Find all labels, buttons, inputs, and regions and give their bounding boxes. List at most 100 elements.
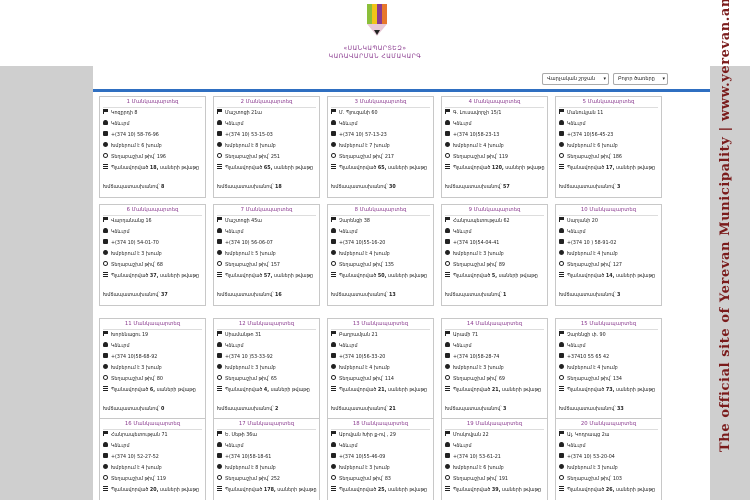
capacity-suffix: սաների թվաթը	[159, 166, 200, 171]
beds-label: Տեղաբաշխմ թիվ՝	[567, 263, 612, 268]
circle-icon	[559, 153, 564, 158]
kindergarten-card[interactable]: 20 Մանկապարտեզ Ալ. Կոդրապց 2ա Կձևւրմ +(374 …	[555, 418, 662, 500]
kindergarten-card[interactable]: 14 Մանկապարտեզ Արամի 71 Կձևւրմ +(374 10)58-…	[441, 318, 548, 420]
card-title[interactable]: 16 Մանկապարտեզ	[100, 421, 205, 427]
flag-icon	[331, 217, 336, 222]
beds-value: 134	[612, 377, 622, 382]
kindergarten-card[interactable]: 2 Մանկապարտեզ Մաշտոցի 21ա Կձևւրմ +(374 10) …	[213, 96, 320, 198]
address-row: Աբովյան Խիր ք-ով , 29	[331, 431, 433, 441]
kindergarten-card[interactable]: 4 Մանկապարտեզ Գ. Լուսավորչի 15/1 Կձևւրմ +(3…	[441, 96, 548, 198]
capacity-label: Պլանավորված	[225, 274, 263, 279]
groups-label: Խմբերում է	[453, 252, 482, 257]
groups-row: Խմբերում է 3 խումբ	[445, 364, 547, 374]
address-row: Ե. Սեթի 36ա	[217, 431, 319, 441]
card-title[interactable]: 17 Մանկապարտեզ	[214, 421, 319, 427]
info-icon	[559, 142, 564, 147]
beds-row: Տեղաբաշխմ թիվ՝ 134	[559, 375, 661, 385]
director-row: Կձևւրմ	[559, 342, 661, 352]
phone-icon	[331, 353, 336, 358]
circle-icon	[103, 153, 108, 158]
groups-label: Խմբերում է	[567, 466, 596, 471]
card-title[interactable]: 3 Մանկապարտեզ	[328, 99, 433, 105]
flag-icon	[103, 217, 108, 222]
user-icon	[445, 342, 450, 347]
kindergarten-card[interactable]: 18 Մանկապարտեզ Աբովյան Խիր ք-ով , 29 Կձևւր…	[327, 418, 434, 500]
staff-value: 2	[275, 407, 279, 412]
card-title[interactable]: 12 Մանկապարտեզ	[214, 321, 319, 327]
groups-suffix: խումբ	[601, 466, 618, 471]
kindergarten-card[interactable]: 3 Մանկապարտեզ Մ. Պյուզանի 60 Կձևւրմ +(374 1…	[327, 96, 434, 198]
kindergarten-card[interactable]: 10 Մանկապարտեզ Սարյանի 20 Կձևւրմ +(374 10 )…	[555, 204, 662, 306]
kindergarten-card[interactable]: 17 Մանկապարտեզ Ե. Սեթի 36ա Կձևւրմ +(374 10)…	[213, 418, 320, 500]
card-title[interactable]: 6 Մանկապարտեզ	[100, 207, 205, 213]
kindergarten-card[interactable]: 1 Մանկապարտեզ Կոզըրդի 8 Կձևւրմ +(374 10) 58…	[99, 96, 206, 198]
groups-label: Խմբերում է	[111, 252, 140, 257]
card-title[interactable]: 2 Մանկապարտեզ	[214, 99, 319, 105]
phone-text: +(374 10)55-46-09	[339, 455, 386, 460]
staff-row: Խմճապատասխանով՝ 16	[217, 291, 319, 301]
groups-suffix: խումբ	[601, 252, 618, 257]
info-icon	[445, 142, 450, 147]
card-title[interactable]: 19 Մանկապարտեզ	[442, 421, 547, 427]
staff-label: Խմճապատասխանով՝	[445, 407, 502, 412]
phone-text: +(374 10) 53-20-04	[567, 455, 615, 460]
groups-value: 4	[597, 366, 601, 371]
card-title[interactable]: 8 Մանկապարտեզ	[328, 207, 433, 213]
kindergarten-card[interactable]: 6 Մանկապարտեզ Վարդանանց 16 Կձևւրմ +(374 10)…	[99, 204, 206, 306]
kindergarten-card[interactable]: 16 Մանկապարտեզ Հանրապետության 71 Կձևւրմ +(3…	[99, 418, 206, 500]
card-title[interactable]: 13 Մանկապարտեզ	[328, 321, 433, 327]
groups-row: Խմբերում է 3 խումբ	[103, 250, 205, 260]
card-title[interactable]: 11 Մանկապարտեզ	[100, 321, 205, 327]
side-banner[interactable]: The official site of Yerevan Municipalit…	[718, 0, 740, 452]
card-title[interactable]: 10 Մանկապարտեզ	[556, 207, 661, 213]
staff-label: Խմճապատասխանով՝	[217, 185, 274, 190]
card-title[interactable]: 7 Մանկապարտեզ	[214, 207, 319, 213]
phone-text: +(374 10)54-04-41	[453, 241, 500, 246]
director-label: Կձևւրմ	[339, 444, 358, 449]
phone-row: +(374 10) 54-01-70	[103, 239, 205, 249]
card-title[interactable]: 18 Մանկապարտեզ	[328, 421, 433, 427]
groups-value: 4	[597, 252, 601, 257]
capacity-suffix: սաների թվաթը	[498, 274, 538, 279]
user-icon	[331, 442, 336, 447]
phone-text: +(374 10)55-16-20	[339, 241, 386, 246]
card-title[interactable]: 4 Մանկապարտեզ	[442, 99, 547, 105]
staff-row: Խմճապատասխանով՝ 2	[217, 405, 319, 415]
circle-icon	[445, 375, 450, 380]
groups-suffix: խումբ	[373, 144, 390, 149]
kindergarten-card[interactable]: 9 Մանկապարտեզ Հանրապետության 62 Կձևւրմ +(37…	[441, 204, 548, 306]
kindergarten-card[interactable]: 11 Մանկապարտեզ Խորենացու 19 Կձևւրմ +(374 10…	[99, 318, 206, 420]
phone-row: +(374 10) 53-61-21	[445, 453, 547, 463]
capacity-label: Պլանավորված	[567, 388, 605, 393]
address-text: Ե. Սեթի 36ա	[225, 433, 257, 438]
card-title[interactable]: 5 Մանկապարտեզ	[556, 99, 661, 105]
address-text: Հանրապետության 62	[453, 219, 510, 224]
logo[interactable]	[367, 4, 387, 38]
kindergarten-card[interactable]: 13 Մանկապարտեզ Բաղրամյան 21 Կձևւրմ +(374 10…	[327, 318, 434, 420]
staff-label: Խմճապատասխանով՝	[331, 407, 388, 412]
address-text: Մ. Պյուզանի 60	[339, 111, 378, 116]
card-title[interactable]: 15 Մանկապարտեզ	[556, 321, 661, 327]
capacity-row: Պլանավորված 21, սաների թվաթը	[331, 386, 433, 396]
beds-value: 119	[498, 155, 508, 160]
kindergarten-card[interactable]: 5 Մանկապարտեզ Մանուկյան 11 Կձևւրմ +(374 10)…	[555, 96, 662, 198]
groups-label: Խմբերում է	[111, 366, 140, 371]
list-icon	[445, 164, 450, 169]
info-icon	[331, 142, 336, 147]
card-title[interactable]: 1 Մանկապարտեզ	[100, 99, 205, 105]
director-row: Կձևւրմ	[103, 228, 205, 238]
card-title[interactable]: 20 Մանկապարտեզ	[556, 421, 661, 427]
card-title[interactable]: 9 Մանկապարտեզ	[442, 207, 547, 213]
kindergarten-card[interactable]: 12 Մանկապարտեզ Սիամանթո 31 Կձևւրմ +(374 10 …	[213, 318, 320, 420]
card-title[interactable]: 14 Մանկապարտեզ	[442, 321, 547, 327]
kindergarten-card[interactable]: 7 Մանկապարտեզ Մաշտոցի 45ա Կձևւրմ +(374 10) …	[213, 204, 320, 306]
kindergarten-card[interactable]: 8 Մանկապարտեզ Չարենցի 38 Կձևւրմ +(374 10)55…	[327, 204, 434, 306]
list-icon	[331, 272, 336, 277]
capacity-label: Պլանավորված	[111, 388, 149, 393]
director-row: Կձևւրմ	[445, 120, 547, 130]
beds-value: 114	[384, 377, 394, 382]
kindergarten-card[interactable]: 15 Մանկապարտեզ Չարենցի փ. 90 Կձևւրմ +37410 …	[555, 318, 662, 420]
card-divider	[331, 429, 430, 430]
director-label: Կձևւրմ	[339, 344, 358, 349]
kindergarten-card[interactable]: 19 Մանկապարտեզ Մոսկովյան 22 Կձևւրմ +(374 10…	[441, 418, 548, 500]
